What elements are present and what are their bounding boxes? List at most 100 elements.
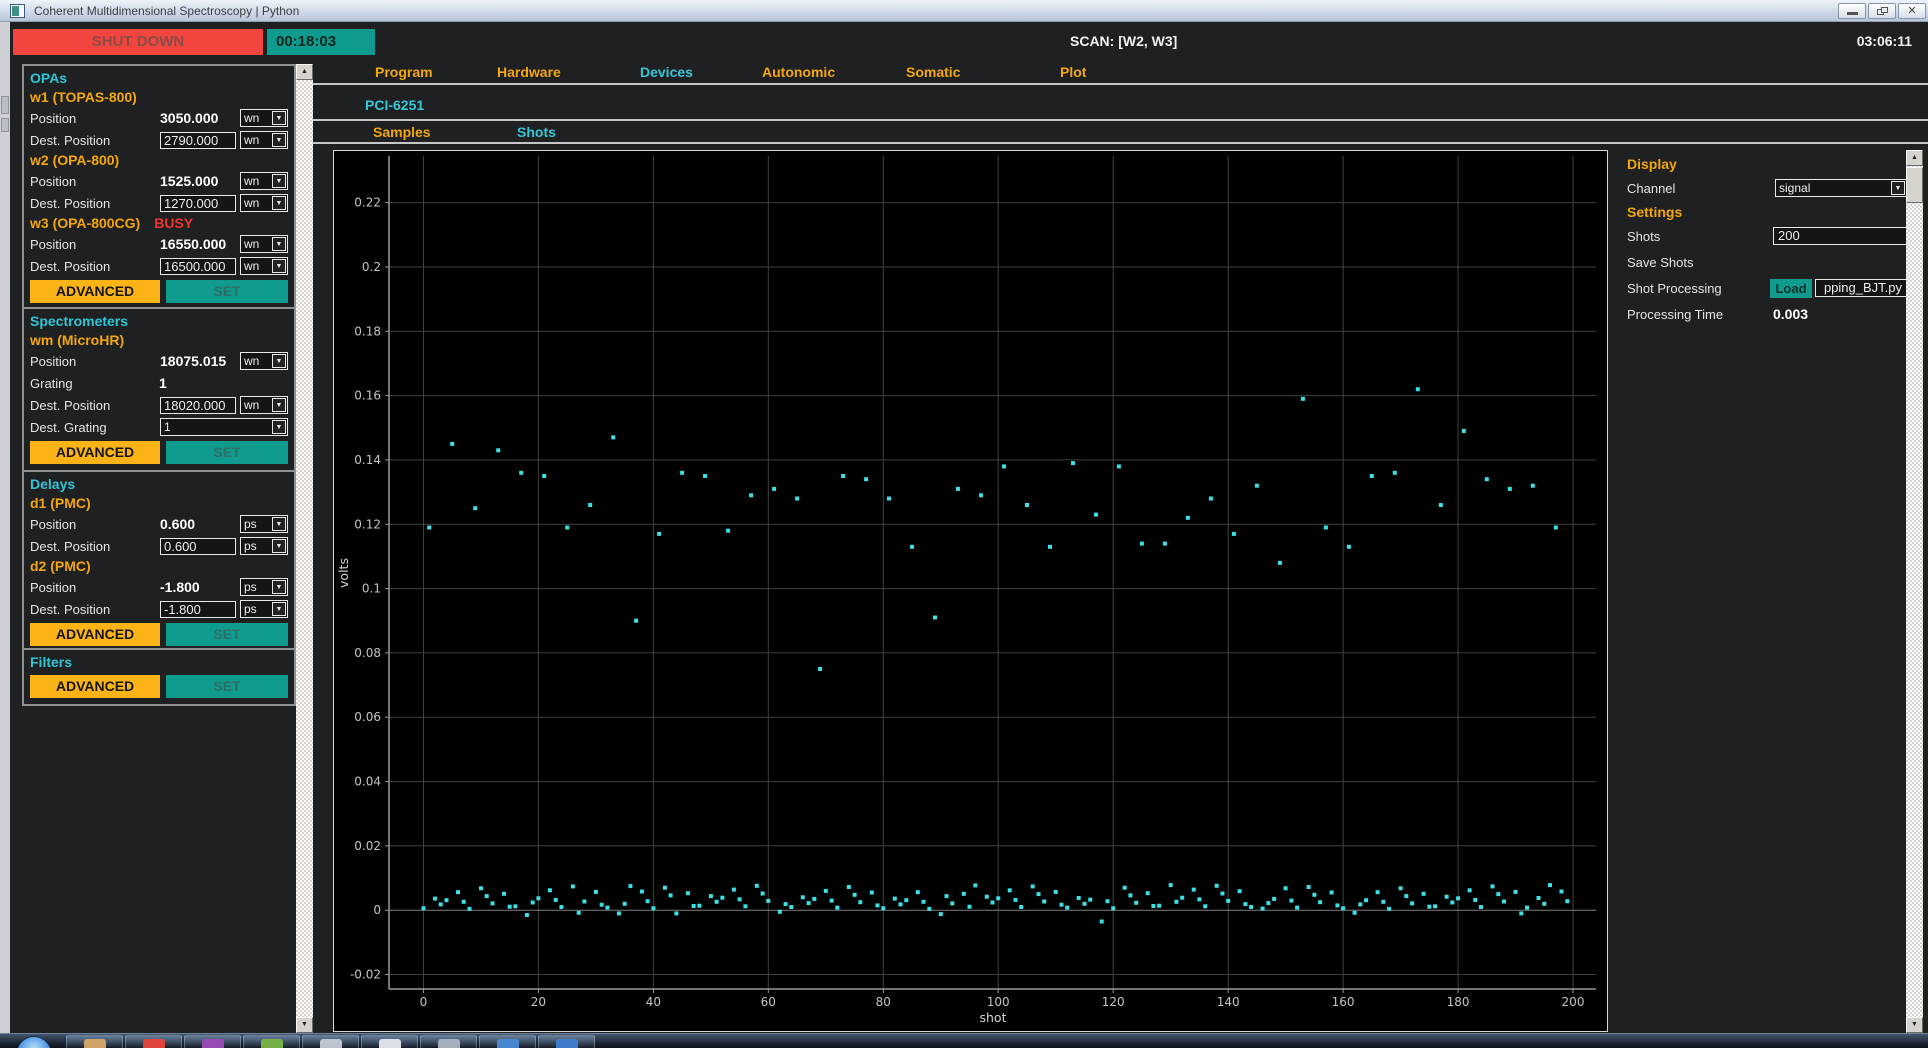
taskbar-pinned-app-9[interactable] [538, 1035, 595, 1048]
tab-devices[interactable]: Devices [640, 64, 693, 80]
scroll-down-icon[interactable]: ▼ [296, 1017, 313, 1033]
advanced-button[interactable]: ADVANCED [30, 280, 160, 303]
units-select[interactable]: ps ▼ [240, 537, 288, 555]
set-button[interactable]: SET [166, 280, 288, 303]
units-select[interactable]: wn ▼ [240, 235, 288, 253]
units-select-value: wn [244, 133, 260, 147]
chevron-down-icon[interactable]: ▼ [272, 602, 286, 616]
destination-input[interactable]: 2790.000 [160, 131, 236, 149]
chevron-down-icon[interactable]: ▼ [272, 517, 286, 531]
units-select-value: wn [244, 196, 260, 210]
minimize-button[interactable] [1838, 3, 1866, 19]
restore-button[interactable] [1868, 3, 1896, 19]
channel-select[interactable]: signal ▼ [1775, 179, 1907, 197]
section-opas: OPAs w1 (TOPAS-800) Position 3050.000 wn ▼ Des… [22, 64, 296, 311]
hardware-row: Dest. Grating 1 ▼ [30, 416, 288, 438]
scrollbar-track[interactable] [1906, 166, 1923, 1017]
scrollbar-thumb[interactable] [1906, 167, 1923, 203]
hardware-row: Dest. Position 1270.000 wn ▼ [30, 192, 288, 214]
units-select[interactable]: wn ▼ [240, 257, 288, 275]
pinned-app-8-icon [497, 1039, 519, 1048]
pinned-app-1-icon [84, 1039, 106, 1048]
processing-script-input[interactable]: pping_BJT.py [1815, 279, 1907, 297]
scroll-down-icon[interactable]: ▼ [1906, 1017, 1923, 1033]
load-script-button[interactable]: Load [1770, 278, 1812, 298]
scrollbar-track[interactable] [296, 80, 313, 1017]
shots-input[interactable]: 200 [1773, 227, 1907, 245]
set-button[interactable]: SET [166, 675, 288, 698]
destination-input[interactable]: -1.800 [160, 600, 236, 618]
taskbar-pinned-app-3[interactable] [184, 1035, 241, 1048]
units-select[interactable]: ps ▼ [240, 578, 288, 596]
main-scrollbar[interactable]: ▲ ▼ [296, 64, 313, 1033]
pinned-app-6-icon [379, 1039, 401, 1048]
taskbar-pinned-app-4[interactable] [243, 1035, 300, 1048]
taskbar-pinned-app-6[interactable] [361, 1035, 418, 1048]
svg-text:0.1: 0.1 [362, 582, 381, 596]
chevron-down-icon[interactable]: ▼ [272, 398, 286, 412]
chevron-down-icon[interactable]: ▼ [272, 354, 286, 368]
scroll-up-icon[interactable]: ▲ [1906, 150, 1923, 166]
chevron-down-icon[interactable]: ▼ [1891, 181, 1905, 195]
advanced-button[interactable]: ADVANCED [30, 675, 160, 698]
set-button[interactable]: SET [166, 441, 288, 464]
settings-scrollbar[interactable]: ▲ ▼ [1906, 150, 1923, 1033]
chevron-down-icon[interactable]: ▼ [272, 196, 286, 210]
display-settings-panel: Display Channel signal ▼ Settings Shots … [1627, 153, 1907, 327]
tab-pci-6251[interactable]: PCI-6251 [365, 97, 424, 113]
taskbar-pinned-app-1[interactable] [66, 1035, 123, 1048]
taskbar-pinned-app-7[interactable] [420, 1035, 477, 1048]
view-tab-samples[interactable]: Samples [373, 124, 431, 140]
units-select[interactable]: wn ▼ [240, 109, 288, 127]
row-label: Position [30, 353, 77, 369]
units-select[interactable]: wn ▼ [240, 396, 288, 414]
processing-time-value: 0.003 [1773, 306, 1809, 322]
close-button[interactable]: ✕ [1898, 3, 1926, 19]
set-button[interactable]: SET [166, 623, 288, 646]
chevron-down-icon[interactable]: ▼ [272, 580, 286, 594]
background-window-widget [1, 118, 9, 132]
destination-input[interactable]: 16500.000 [160, 257, 236, 275]
advanced-button[interactable]: ADVANCED [30, 623, 160, 646]
chevron-down-icon[interactable]: ▼ [272, 111, 286, 125]
taskbar-pinned-app-2[interactable] [125, 1035, 182, 1048]
hardware-name: w3 (OPA-800CG) BUSY [30, 215, 194, 231]
tab-program[interactable]: Program [375, 64, 433, 80]
shots-scatter-plot[interactable]: 0 20 40 60 80 100 120 140 160 180 200 -0.02 0 0.02 0.0… [334, 151, 1607, 1031]
destination-input[interactable]: 1270.000 [160, 194, 236, 212]
position-readout: 3050.000 [160, 110, 219, 126]
units-select[interactable]: wn ▼ [240, 352, 288, 370]
view-tab-shots[interactable]: Shots [517, 124, 556, 140]
taskbar-pinned-app-8[interactable] [479, 1035, 536, 1048]
tab-somatic[interactable]: Somatic [906, 64, 960, 80]
units-select[interactable]: ps ▼ [240, 515, 288, 533]
shutdown-button[interactable]: SHUT DOWN [13, 29, 263, 55]
taskbar-pinned-app-5[interactable] [302, 1035, 359, 1048]
chevron-down-icon[interactable]: ▼ [272, 259, 286, 273]
tab-hardware[interactable]: Hardware [497, 64, 561, 80]
chevron-down-icon[interactable]: ▼ [272, 539, 286, 553]
row-label: Position [30, 236, 77, 252]
hardware-row: Dest. Position 16500.000 wn ▼ [30, 255, 288, 277]
advanced-button[interactable]: ADVANCED [30, 441, 160, 464]
units-select[interactable]: 1 ▼ [160, 418, 288, 436]
units-select-value: ps [244, 517, 257, 531]
scroll-up-icon[interactable]: ▲ [296, 64, 313, 80]
destination-input[interactable]: 18020.000 [160, 396, 236, 414]
chevron-down-icon[interactable]: ▼ [272, 420, 286, 434]
units-select[interactable]: ps ▼ [240, 600, 288, 618]
units-select[interactable]: wn ▼ [240, 172, 288, 190]
section-title: Delays [30, 476, 76, 492]
shots-plot-panel[interactable]: 0 20 40 60 80 100 120 140 160 180 200 -0.02 0 0.02 0.0… [333, 150, 1608, 1032]
units-select[interactable]: wn ▼ [240, 131, 288, 149]
tab-autonomic[interactable]: Autonomic [762, 64, 835, 80]
tab-plot[interactable]: Plot [1060, 64, 1086, 80]
units-select[interactable]: wn ▼ [240, 194, 288, 212]
chevron-down-icon[interactable]: ▼ [272, 133, 286, 147]
chevron-down-icon[interactable]: ▼ [272, 174, 286, 188]
row-label: Position [30, 579, 77, 595]
chevron-down-icon[interactable]: ▼ [272, 237, 286, 251]
destination-input[interactable]: 0.600 [160, 537, 236, 555]
position-readout: 16550.000 [160, 236, 227, 252]
start-button[interactable] [16, 1036, 52, 1048]
